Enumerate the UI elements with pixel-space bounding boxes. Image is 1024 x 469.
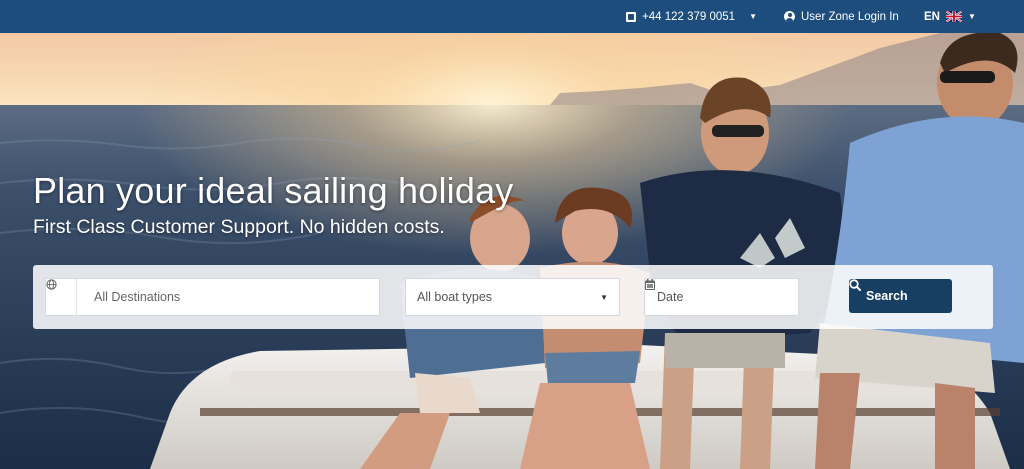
language-selector[interactable]: EN ▼ [924, 0, 976, 33]
user-zone-label: User Zone Login In [801, 10, 899, 23]
phone-number: +44 122 379 0051 [642, 10, 736, 23]
destination-field[interactable] [45, 278, 380, 316]
phone-icon [626, 11, 636, 22]
hero-section: Plan your ideal sailing holiday First Cl… [0, 33, 1024, 469]
chevron-down-icon: ▼ [749, 11, 757, 21]
date-placeholder: Date [657, 290, 684, 304]
chevron-down-icon: ▼ [967, 11, 976, 21]
chevron-down-icon: ▼ [600, 292, 608, 302]
user-icon [784, 11, 795, 22]
hero-background-image [0, 33, 1024, 469]
search-button-label: Search [866, 289, 908, 303]
search-panel: All boat types ▼ Date Search [33, 265, 993, 329]
top-bar: +44 122 379 0051 ▼ User Zone Login In EN… [0, 0, 1024, 33]
search-icon [849, 279, 861, 291]
phone-contact[interactable]: +44 122 379 0051 ▼ [626, 0, 757, 33]
user-zone-login[interactable]: User Zone Login In [784, 0, 899, 33]
date-field[interactable]: Date [644, 278, 799, 316]
hero-title: Plan your ideal sailing holiday [33, 170, 514, 211]
boat-type-value: All boat types [417, 290, 493, 304]
language-code: EN [924, 10, 940, 23]
uk-flag-icon [945, 11, 962, 22]
globe-icon [46, 279, 77, 315]
boat-type-select[interactable]: All boat types ▼ [405, 278, 620, 316]
destination-input[interactable] [77, 279, 367, 315]
hero-subtitle: First Class Customer Support. No hidden … [33, 216, 445, 238]
search-button[interactable]: Search [849, 279, 952, 313]
calendar-icon [645, 279, 655, 290]
